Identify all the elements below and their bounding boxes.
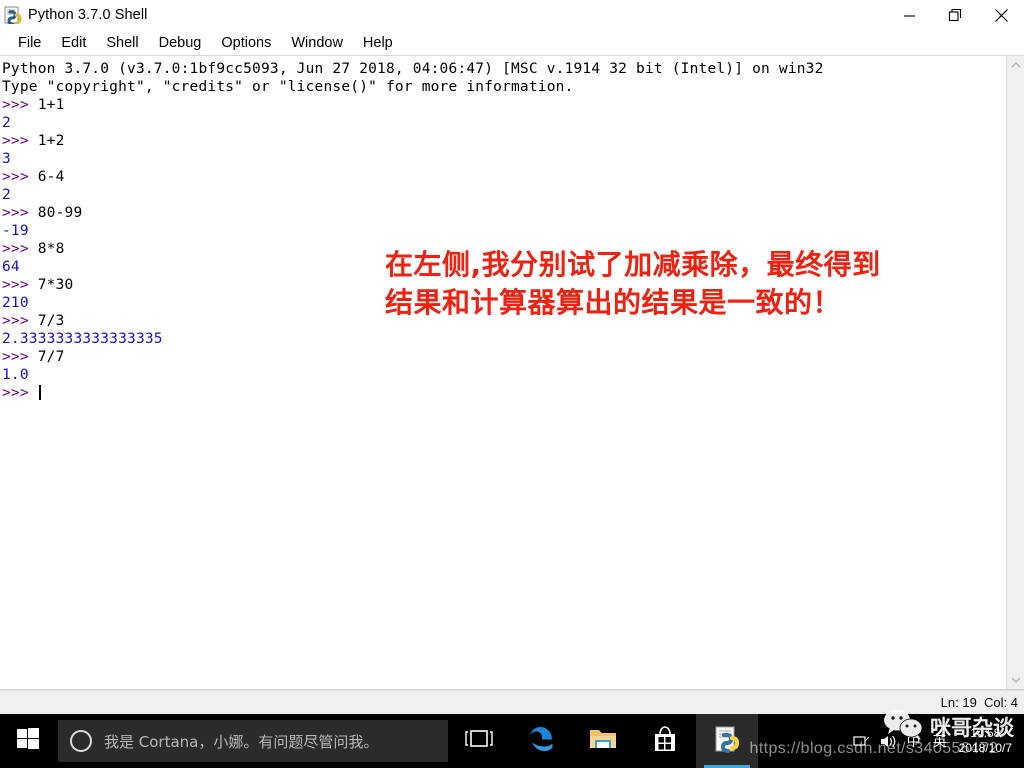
- title-bar: Python 3.7.0 Shell: [0, 0, 1024, 30]
- start-button[interactable]: [0, 714, 56, 768]
- menu-item-help[interactable]: Help: [353, 31, 403, 55]
- shell-output-area[interactable]: Python 3.7.0 (v3.7.0:1bf9cc5093, Jun 27 …: [0, 56, 1006, 689]
- menu-bar: File Edit Shell Debug Options Window Hel…: [0, 30, 1024, 56]
- python-idle-icon: [4, 6, 22, 26]
- shell-input-text: 1+1: [37, 97, 65, 113]
- menu-item-options[interactable]: Options: [211, 31, 281, 55]
- shell-output-text: -19: [2, 223, 29, 239]
- shell-prompt: >>>: [2, 349, 38, 365]
- taskbar-app-file-explorer[interactable]: [572, 714, 634, 768]
- python-idle-taskbar-icon: [713, 725, 741, 758]
- shell-input-text: 7*30: [37, 277, 74, 293]
- shell-line: 1.0: [2, 366, 1006, 384]
- shell-input-text: 1+2: [37, 133, 65, 149]
- shell-banner-text: Python 3.7.0 (v3.7.0:1bf9cc5093, Jun 27 …: [2, 61, 824, 77]
- shell-output-text: 2: [2, 115, 11, 131]
- edge-icon: [526, 724, 556, 759]
- shell-output-text: 2: [2, 187, 11, 203]
- system-tray: 中 英 14:58 2018/10/7: [849, 714, 1024, 768]
- shell-line: >>>: [2, 384, 1006, 402]
- cortana-placeholder-text: 我是 Cortana，小娜。有问题尽管问我。: [104, 732, 379, 751]
- shell-line: -19: [2, 222, 1006, 240]
- close-button[interactable]: [978, 0, 1024, 30]
- shell-prompt: >>>: [2, 97, 38, 113]
- clock-time: 14:58: [970, 726, 1001, 740]
- file-explorer-icon: [588, 726, 618, 757]
- annotation-line-2: 结果和计算器算出的结果是一致的！: [385, 286, 842, 319]
- shell-input-text: 6-4: [37, 169, 65, 185]
- shell-line: >>> 7/7: [2, 348, 1006, 366]
- shell-line: Python 3.7.0 (v3.7.0:1bf9cc5093, Jun 27 …: [2, 60, 1006, 78]
- vertical-scrollbar[interactable]: [1006, 56, 1024, 689]
- menu-item-window[interactable]: Window: [281, 31, 353, 55]
- text-cursor: [38, 385, 41, 400]
- taskbar-app-python-idle[interactable]: [696, 714, 758, 768]
- shell-input-text: 7/7: [37, 349, 65, 365]
- windows-taskbar: 我是 Cortana，小娜。有问题尽管问我。 中 英 14:58 2018/10…: [0, 714, 1024, 768]
- status-bar: Ln: 19 Col: 4: [0, 690, 1024, 714]
- minimize-button[interactable]: [886, 0, 932, 30]
- shell-banner-text: Type "copyright", "credits" or "license(…: [2, 79, 574, 95]
- window-title: Python 3.7.0 Shell: [28, 7, 148, 23]
- window-controls: [886, 0, 1024, 30]
- shell-input-text: 7/3: [37, 313, 65, 329]
- microsoft-store-icon: [651, 725, 679, 758]
- windows-logo-icon: [17, 727, 39, 755]
- shell-prompt: >>>: [2, 205, 38, 221]
- shell-prompt: >>>: [2, 277, 38, 293]
- shell-input-text: 80-99: [37, 205, 83, 221]
- ime-chinese-indicator[interactable]: 中: [901, 714, 927, 768]
- menu-item-file[interactable]: File: [8, 31, 51, 55]
- shell-line: Type "copyright", "credits" or "license(…: [2, 78, 1006, 96]
- ime-english-indicator[interactable]: 英: [927, 714, 953, 768]
- clock-date: 2018/10/7: [958, 741, 1012, 755]
- scroll-down-icon[interactable]: [1007, 671, 1024, 689]
- shell-output-text: 210: [2, 295, 29, 311]
- red-annotation-overlay: 在左侧,我分别试了加减乘除，最终得到 结果和计算器算出的结果是一致的！: [385, 246, 985, 322]
- shell-line: 3: [2, 150, 1006, 168]
- taskbar-clock[interactable]: 14:58 2018/10/7: [953, 726, 1020, 756]
- menu-item-debug[interactable]: Debug: [149, 31, 212, 55]
- restore-button[interactable]: [932, 0, 978, 30]
- line-col-indicator: Ln: 19 Col: 4: [940, 695, 1018, 710]
- scroll-up-icon[interactable]: [1007, 56, 1024, 74]
- shell-line: >>> 1+2: [2, 132, 1006, 150]
- taskbar-app-microsoft-edge[interactable]: [510, 714, 572, 768]
- volume-icon[interactable]: [875, 714, 901, 768]
- cortana-circle-icon: [70, 730, 92, 752]
- annotation-line-1: 在左侧,我分别试了加减乘除，最终得到: [385, 248, 881, 281]
- shell-prompt: >>>: [2, 169, 38, 185]
- menu-item-edit[interactable]: Edit: [51, 31, 96, 55]
- shell-line: >>> 6-4: [2, 168, 1006, 186]
- task-view-icon: [464, 728, 494, 755]
- shell-output-text: 64: [2, 259, 20, 275]
- shell-prompt: >>>: [2, 313, 38, 329]
- shell-line: >>> 1+1: [2, 96, 1006, 114]
- shell-input-text: 8*8: [37, 241, 65, 257]
- shell-prompt: >>>: [2, 133, 38, 149]
- shell-prompt: >>>: [2, 385, 38, 401]
- taskbar-app-microsoft-store[interactable]: [634, 714, 696, 768]
- shell-output-text: 3: [2, 151, 11, 167]
- shell-body: Python 3.7.0 (v3.7.0:1bf9cc5093, Jun 27 …: [0, 56, 1024, 690]
- cortana-search-box[interactable]: 我是 Cortana，小娜。有问题尽管问我。: [58, 720, 448, 762]
- shell-line: >>> 80-99: [2, 204, 1006, 222]
- shell-line: 2.3333333333333335: [2, 330, 1006, 348]
- menu-item-shell[interactable]: Shell: [96, 31, 148, 55]
- shell-output-text: 2.3333333333333335: [2, 331, 163, 347]
- shell-prompt: >>>: [2, 241, 38, 257]
- shell-line: 2: [2, 114, 1006, 132]
- python-idle-window: Python 3.7.0 Shell File Edit Shell Debug…: [0, 0, 1024, 714]
- task-view-button[interactable]: [448, 714, 510, 768]
- network-icon[interactable]: [849, 714, 875, 768]
- shell-output-text: 1.0: [2, 367, 29, 383]
- scrollbar-thumb[interactable]: [1008, 74, 1024, 674]
- shell-line: 2: [2, 186, 1006, 204]
